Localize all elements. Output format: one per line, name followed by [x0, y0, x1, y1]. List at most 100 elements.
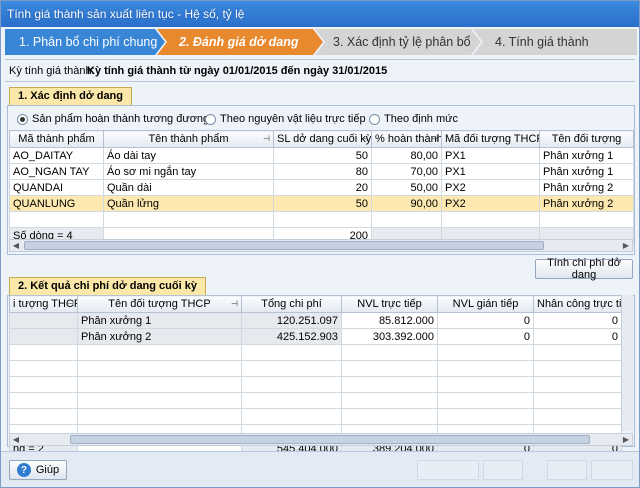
table-row[interactable]: Phân xưởng 2 425.152.903 303.392.000 0 0: [9, 328, 622, 345]
cell-code[interactable]: QUANDAI: [9, 179, 104, 196]
cell-obj[interactable]: PX1: [441, 147, 540, 164]
pin-icon[interactable]: ⊣: [361, 134, 368, 143]
table-row[interactable]: AO_NGAN TAY Áo sơ mi ngắn tay 80 70,00 P…: [9, 163, 634, 180]
cell-qty[interactable]: 20: [273, 179, 372, 196]
col-header[interactable]: Tên thành phẩm ⊣: [103, 130, 274, 148]
cell-pct[interactable]: 90,00: [371, 195, 442, 212]
col-header[interactable]: Tên đối tượng THCP ⊣: [77, 295, 242, 313]
pin-icon[interactable]: ⊣: [67, 299, 74, 308]
cell-obj[interactable]: [9, 328, 78, 345]
calculate-wip-button[interactable]: Tính chi phí dở dang: [535, 257, 633, 281]
cell-pct[interactable]: 50,00: [371, 179, 442, 196]
period-row: Kỳ tính giá thành: Kỳ tính giá thành từ …: [9, 65, 387, 77]
button-label: Tính chi phí dở dang: [547, 257, 621, 281]
cell-objname[interactable]: Phân xưởng 2: [539, 195, 634, 212]
table-row[interactable]: Phân xưởng 1 120.251.097 85.812.000 0 0: [9, 312, 622, 329]
finish-button-disabled[interactable]: [547, 460, 587, 480]
cell-nc[interactable]: 0: [533, 312, 622, 329]
method-options: Sản phẩm hoàn thành tương đương Theo ngu…: [15, 113, 629, 129]
button-label: Giúp: [35, 464, 60, 476]
table-row[interactable]: AO_DAITAY Áo dài tay 50 80,00 PX1 Phân x…: [9, 147, 634, 164]
cell-objname[interactable]: Phân xưởng 2: [539, 179, 634, 196]
cell-nvlgt[interactable]: 0: [437, 312, 534, 329]
cell-nvl[interactable]: 303.392.000: [341, 328, 438, 345]
col-header[interactable]: % hoàn thành ⊣: [371, 130, 442, 148]
cell-pct[interactable]: 80,00: [371, 147, 442, 164]
help-icon: ?: [16, 463, 31, 477]
cell-obj[interactable]: PX2: [441, 195, 540, 212]
col-header[interactable]: Mã thành phẩm: [9, 130, 104, 148]
empty-row: [9, 392, 622, 409]
scroll-thumb[interactable]: [24, 241, 544, 250]
cell-objname[interactable]: Phân xưởng 1: [539, 163, 634, 180]
radio-icon[interactable]: [205, 113, 216, 125]
option-equivalent[interactable]: Sản phẩm hoàn thành tương đương: [17, 113, 209, 125]
scroll-thumb[interactable]: [70, 435, 590, 444]
cell-total[interactable]: 425.152.903: [241, 328, 342, 345]
cell-qty[interactable]: 50: [273, 195, 372, 212]
next-button-disabled[interactable]: [483, 460, 523, 480]
horizontal-scrollbar[interactable]: ◀ ▶: [9, 239, 633, 252]
horizontal-scrollbar[interactable]: ◀ ▶: [9, 433, 633, 446]
cell-obj[interactable]: PX2: [441, 179, 540, 196]
close-button-disabled[interactable]: [591, 460, 633, 480]
cell-pct[interactable]: 70,00: [371, 163, 442, 180]
option-label: Theo nguyên vật liệu trực tiếp: [220, 113, 366, 125]
scroll-right-icon[interactable]: ▶: [620, 434, 632, 445]
help-button[interactable]: ? Giúp: [9, 460, 67, 480]
bottom-bar: ? Giúp: [1, 451, 639, 487]
cell-qty[interactable]: 50: [273, 147, 372, 164]
pin-icon[interactable]: ⊣: [431, 134, 438, 143]
cell-objname[interactable]: Phân xưởng 1: [77, 312, 242, 329]
cell-obj[interactable]: PX1: [441, 163, 540, 180]
cell-total[interactable]: 120.251.097: [241, 312, 342, 329]
cell-code[interactable]: AO_DAITAY: [9, 147, 104, 164]
period-label: Kỳ tính giá thành:: [9, 65, 95, 77]
cell-obj[interactable]: [9, 312, 78, 329]
cell-nvl[interactable]: 85.812.000: [341, 312, 438, 329]
radio-checked-icon[interactable]: [17, 113, 28, 125]
step-3[interactable]: 3. Xác định tỷ lệ phân bổ: [315, 29, 481, 55]
radio-icon[interactable]: [369, 113, 380, 125]
step-1[interactable]: 1. Phân bổ chi phí chung: [5, 29, 165, 55]
cell-code[interactable]: AO_NGAN TAY: [9, 163, 104, 180]
title-bar: Tính giá thành sản xuất liên tục - Hệ số…: [1, 1, 639, 27]
pin-icon[interactable]: ⊣: [231, 299, 238, 308]
step-4[interactable]: 4. Tính giá thành: [473, 29, 637, 55]
pin-icon[interactable]: ⊣: [263, 134, 270, 143]
cell-qty[interactable]: 80: [273, 163, 372, 180]
scroll-right-icon[interactable]: ▶: [620, 240, 632, 251]
section2-title: 2. Kết quả chi phí dở dang cuối kỳ: [9, 277, 206, 295]
period-value: Kỳ tính giá thành từ ngày 01/01/2015 đến…: [87, 65, 388, 77]
cell-objname[interactable]: Phân xưởng 2: [77, 328, 242, 345]
cell-name[interactable]: Áo dài tay: [103, 147, 274, 164]
step-2-active[interactable]: 2. Đánh giá dở dang: [157, 29, 323, 55]
scroll-left-icon[interactable]: ◀: [10, 240, 22, 251]
col-header[interactable]: Tổng chi phí: [241, 295, 342, 313]
col-header[interactable]: SL dở dang cuối kỳ ⊣: [273, 130, 372, 148]
scroll-left-icon[interactable]: ◀: [10, 434, 22, 445]
back-button-disabled[interactable]: [417, 460, 479, 480]
empty-row: [9, 360, 622, 377]
col-header[interactable]: NVL gián tiếp: [437, 295, 534, 313]
cell-code[interactable]: QUANLUNG: [9, 195, 104, 212]
table-row-selected[interactable]: QUANLUNG Quần lửng 50 90,00 PX2 Phân xưở…: [9, 195, 634, 212]
wip-table: Mã thành phẩm Tên thành phẩm ⊣ SL dở dang…: [9, 130, 634, 244]
divider: [5, 81, 635, 82]
cell-nvlgt[interactable]: 0: [437, 328, 534, 345]
empty-row: [9, 344, 622, 361]
option-norm[interactable]: Theo định mức: [369, 113, 458, 125]
col-header[interactable]: Nhân công trực tiếp: [533, 295, 622, 313]
col-header[interactable]: Tên đối tượng: [539, 130, 634, 148]
cell-name[interactable]: Áo sơ mi ngắn tay: [103, 163, 274, 180]
vertical-scrollbar[interactable]: [621, 295, 633, 431]
cell-nc[interactable]: 0: [533, 328, 622, 345]
col-header[interactable]: i tượng THCP ⊣: [9, 295, 78, 313]
table-row[interactable]: QUANDAI Quần dài 20 50,00 PX2 Phân xưởng…: [9, 179, 634, 196]
cell-name[interactable]: Quần lửng: [103, 195, 274, 212]
col-header[interactable]: NVL trực tiếp: [341, 295, 438, 313]
option-material[interactable]: Theo nguyên vật liệu trực tiếp: [205, 113, 366, 125]
col-header[interactable]: Mã đối tượng THCP: [441, 130, 540, 148]
cell-objname[interactable]: Phân xưởng 1: [539, 147, 634, 164]
cell-name[interactable]: Quần dài: [103, 179, 274, 196]
